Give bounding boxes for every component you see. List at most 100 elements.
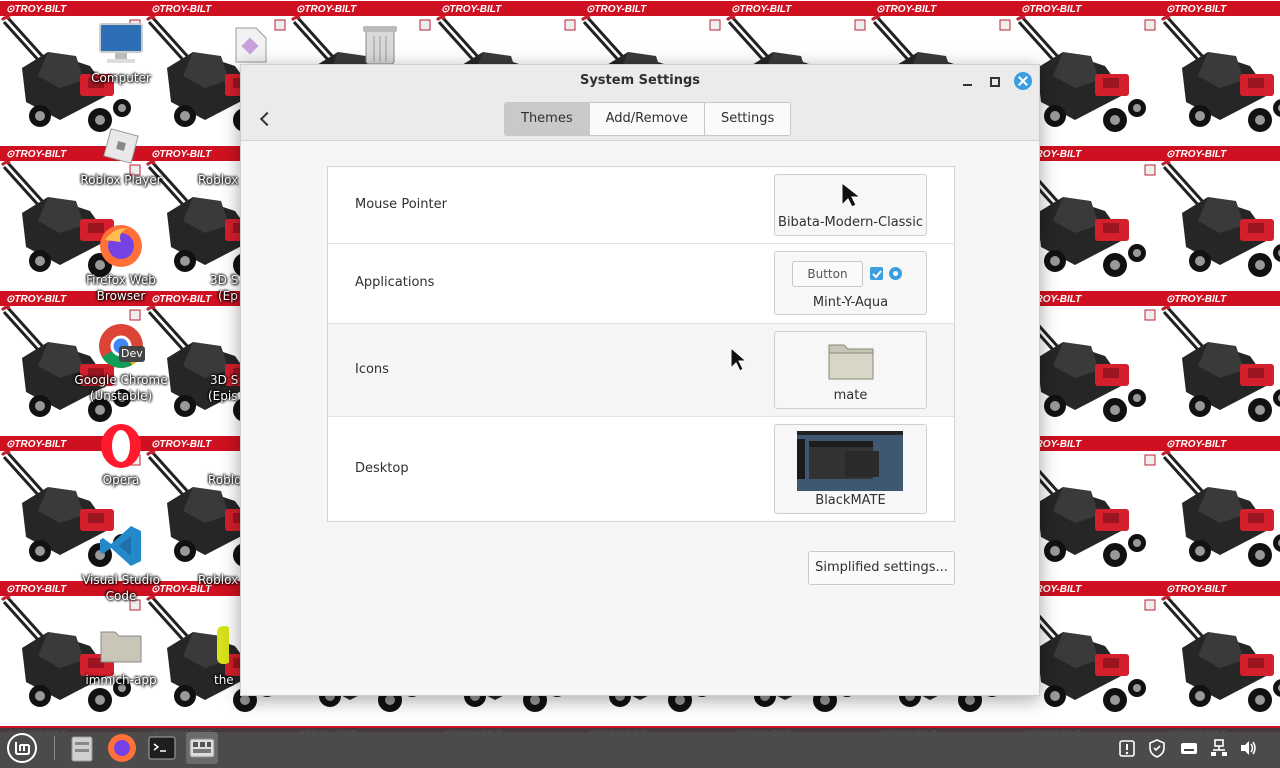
wallpaper-brand-text: ⊙TROY-BILT: [151, 4, 212, 15]
roblox-icon: [181, 122, 229, 170]
simplified-settings-button[interactable]: Simplified settings...: [808, 551, 955, 585]
desktop-icon-roblox[interactable]: Roblox: [170, 122, 240, 188]
volume-icon: [1241, 741, 1256, 755]
radio-preview-icon: [889, 267, 902, 280]
desktop-icon-opera[interactable]: Opera: [72, 422, 170, 488]
lawn-mower-graphic: [1160, 160, 1280, 277]
trash-icon[interactable]: [360, 22, 400, 65]
tab-themes[interactable]: Themes: [505, 103, 589, 135]
row-mouse-pointer: Mouse Pointer Bibata-Modern-Classic: [328, 167, 954, 244]
desktop-icon-label: (Epis: [208, 389, 238, 403]
firefox-icon: [97, 222, 145, 270]
folder-icon: [97, 622, 145, 670]
chooser-label: BlackMATE: [815, 493, 886, 508]
terminal-icon: [148, 736, 176, 760]
desktop-icon-label: Opera: [102, 473, 140, 487]
document-icon[interactable]: [234, 26, 268, 64]
roblox-icon: [181, 422, 229, 470]
header-bar: Themes Add/Remove Settings: [241, 97, 1039, 141]
system-settings-task[interactable]: [186, 732, 218, 764]
wallpaper-brand-text: ⊙TROY-BILT: [441, 4, 502, 15]
firefox-launcher[interactable]: [106, 732, 138, 764]
wallpaper-brand-text: ⊙TROY-BILT: [731, 4, 792, 15]
row-label: Icons: [355, 362, 389, 377]
close-button[interactable]: [1014, 72, 1032, 90]
desktop-icon-firefox[interactable]: Firefox Web Browser: [72, 222, 170, 304]
roblox-icon: [97, 122, 145, 170]
wallpaper-brand-text: ⊙TROY-BILT: [1166, 4, 1227, 15]
wallpaper-brand-text: ⊙TROY-BILT: [6, 4, 67, 15]
volume-tray-button[interactable]: [1238, 738, 1258, 758]
desktop-icon-label: the: [214, 673, 234, 687]
mouse-pointer-chooser[interactable]: Bibata-Modern-Classic: [774, 174, 927, 236]
network-tray-button[interactable]: [1209, 738, 1229, 758]
desktop-theme-chooser[interactable]: BlackMATE: [774, 424, 927, 514]
theme-settings-list: Mouse Pointer Bibata-Modern-Classic Appl…: [327, 166, 955, 522]
desktop-icon-computer[interactable]: Computer: [72, 20, 170, 86]
checkbox-preview-icon: [870, 267, 883, 280]
taskbar: [0, 728, 1280, 768]
folder-icon: [828, 344, 874, 380]
desktop-icon-label: Roblox Player: [80, 173, 162, 187]
row-label: Desktop: [355, 461, 409, 476]
desktop-icon-vscode[interactable]: Visual Studio Code: [72, 522, 170, 604]
applications-theme-chooser[interactable]: Button Mint-Y-Aqua: [774, 251, 927, 315]
desktop-icon-label: 3D S: [210, 373, 239, 387]
desktop-icon-roblox-2[interactable]: Roblo: [170, 422, 240, 488]
desktop-icon-label: immich-app: [85, 673, 157, 687]
firefox-icon: [108, 734, 136, 762]
wallpaper-brand-text: ⊙TROY-BILT: [6, 584, 67, 595]
icons-theme-chooser[interactable]: mate: [774, 331, 927, 409]
lawn-mower-graphic: [1160, 595, 1280, 712]
desktop-icon-roblox-player[interactable]: Roblox Player: [72, 122, 170, 188]
chooser-label: Bibata-Modern-Classic: [778, 215, 923, 230]
file-manager-icon: [71, 736, 93, 762]
menu-button[interactable]: [6, 732, 38, 764]
tab-add-remove[interactable]: Add/Remove: [588, 103, 704, 135]
lawn-mower-graphic: [1160, 450, 1280, 567]
wallpaper-brand-text: ⊙TROY-BILT: [1166, 294, 1227, 305]
wallpaper-brand-text: ⊙TROY-BILT: [1166, 149, 1227, 160]
system-settings-icon: [189, 738, 215, 758]
wallpaper-brand-text: ⊙TROY-BILT: [1166, 584, 1227, 595]
file-manager-launcher[interactable]: [66, 732, 98, 764]
mouse-cursor-icon: [730, 347, 748, 372]
lawn-mower-graphic: [1160, 15, 1280, 132]
system-settings-window: System Settings Themes Add/Remove Settin…: [240, 64, 1040, 696]
keyboard-tray-button[interactable]: [1179, 738, 1199, 758]
window-titlebar[interactable]: System Settings: [241, 65, 1039, 97]
app-icon: [181, 222, 229, 270]
computer-icon: [97, 20, 145, 68]
wallpaper-brand-text: ⊙TROY-BILT: [296, 4, 357, 15]
tab-bar: Themes Add/Remove Settings: [504, 102, 792, 136]
menu-icon: [7, 733, 37, 763]
taskbar-separator: [54, 736, 55, 760]
lawn-mower-graphic: [1160, 305, 1280, 422]
chrome-dev-icon: Dev: [97, 322, 145, 370]
wallpaper-brand-text: ⊙TROY-BILT: [586, 4, 647, 15]
desktop-theme-preview-icon: [797, 431, 903, 491]
desktop-icon-immich-app[interactable]: immich-app: [72, 622, 170, 688]
minimize-button[interactable]: [959, 72, 977, 90]
shield-tray-button[interactable]: [1147, 738, 1167, 758]
desktop-icon-roblox-3[interactable]: Roblox: [170, 522, 240, 588]
desktop-icon-chrome-dev[interactable]: Dev Google Chrome (Unstable): [72, 322, 170, 404]
row-applications: Applications Button Mint-Y-Aqua: [328, 244, 954, 324]
desktop-icon-3d-app-2[interactable]: 3D S (Epis: [170, 322, 240, 404]
desktop-icon-label: Visual Studio Code: [82, 573, 160, 603]
network-icon: [1211, 739, 1227, 756]
update-icon: [1119, 740, 1135, 757]
wallpaper-brand-text: ⊙TROY-BILT: [6, 439, 67, 450]
app-icon: [181, 622, 231, 670]
back-button[interactable]: [253, 107, 277, 131]
vscode-icon: [97, 522, 145, 570]
desktop-icon-3d-app[interactable]: 3D S (Ep: [170, 222, 240, 304]
opera-icon: [97, 422, 145, 470]
tab-settings[interactable]: Settings: [703, 103, 791, 135]
wallpaper-brand-text: ⊙TROY-BILT: [876, 4, 937, 15]
maximize-button[interactable]: [986, 72, 1004, 90]
desktop-icon-app[interactable]: the: [170, 622, 240, 688]
update-tray-button[interactable]: [1117, 738, 1137, 758]
terminal-launcher[interactable]: [146, 732, 178, 764]
wallpaper-brand-text: ⊙TROY-BILT: [1021, 4, 1082, 15]
